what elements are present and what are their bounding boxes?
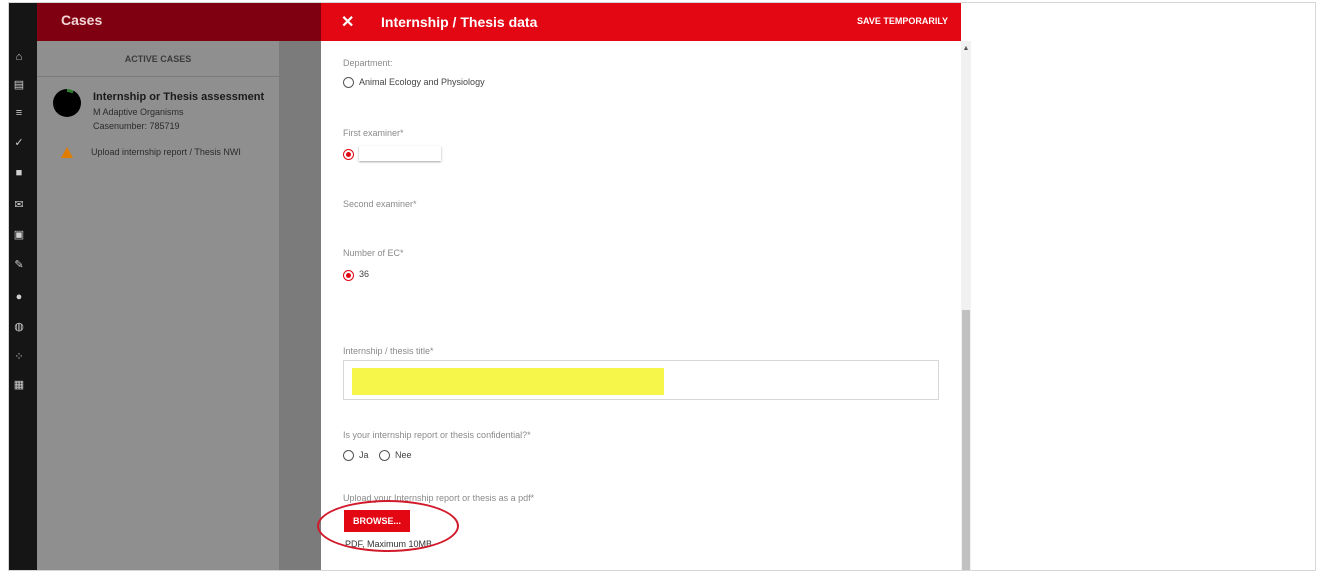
list-icon[interactable]: ≡ (13, 107, 25, 119)
home-icon[interactable]: ⌂ (13, 51, 25, 63)
scrollbar-thumb[interactable] (962, 310, 970, 570)
warning-icon (61, 147, 73, 158)
department-label: Department: (343, 58, 393, 68)
calendar-icon[interactable]: ▤ (13, 79, 25, 91)
title-input[interactable] (343, 360, 939, 400)
chart-icon[interactable]: ✓ (13, 137, 25, 149)
archive-icon[interactable]: ▣ (13, 229, 25, 241)
person-icon[interactable]: ● (13, 291, 25, 303)
mail-icon[interactable]: ✉ (13, 199, 25, 211)
background-panel (279, 3, 321, 570)
case-number: Casenumber: 785719 (93, 121, 180, 131)
case-program: M Adaptive Organisms (93, 107, 184, 117)
save-temporarily-button[interactable]: SAVE TEMPORARILY (857, 16, 948, 26)
people-icon[interactable]: ⁘ (13, 351, 25, 363)
confidential-label: Is your internship report or thesis conf… (343, 430, 531, 440)
confidential-nee-radio[interactable] (379, 450, 390, 461)
case-task[interactable]: Upload internship report / Thesis NWI (91, 147, 241, 157)
confidential-nee-label[interactable]: Nee (395, 450, 412, 460)
scroll-up-icon[interactable]: ▲ (961, 45, 971, 52)
department-radio[interactable] (343, 77, 354, 88)
card-icon[interactable]: ▦ (13, 379, 25, 391)
case-list-item[interactable]: Internship or Thesis assessment M Adapti… (37, 77, 279, 177)
confidential-ja-radio[interactable] (343, 450, 354, 461)
progress-donut-icon (53, 89, 81, 117)
first-examiner-value (359, 146, 441, 161)
thesis-data-panel: ✕ Internship / Thesis data SAVE TEMPORAR… (317, 3, 961, 570)
confidential-ja-label[interactable]: Ja (359, 450, 369, 460)
ec-label: Number of EC* (343, 248, 404, 258)
case-title: Internship or Thesis assessment (93, 91, 265, 103)
department-option[interactable]: Animal Ecology and Physiology (359, 77, 485, 87)
second-examiner-label: Second examiner* (343, 199, 417, 209)
globe-icon[interactable]: ◍ (13, 321, 25, 333)
tab-active-cases[interactable]: ACTIVE CASES (37, 41, 279, 77)
cases-title: Cases (37, 3, 279, 41)
cases-panel: Cases ACTIVE CASES Internship or Thesis … (37, 3, 279, 570)
annotation-circle (317, 500, 459, 552)
title-highlight (352, 368, 664, 395)
briefcase-icon[interactable]: ■ (13, 167, 25, 179)
panel-header: ✕ Internship / Thesis data SAVE TEMPORAR… (321, 3, 961, 41)
title-label: Internship / thesis title* (343, 346, 434, 356)
edit-icon[interactable]: ✎ (13, 259, 25, 271)
first-examiner-label: First examiner* (343, 128, 404, 138)
close-icon[interactable]: ✕ (341, 12, 354, 32)
ec-value[interactable]: 36 (359, 269, 369, 279)
app-window: ⌂ ▤ ≡ ✓ ■ ✉ ▣ ✎ ● ◍ ⁘ ▦ Cases ACTIVE CAS… (8, 2, 1316, 571)
ec-radio[interactable] (343, 270, 354, 281)
nav-rail: ⌂ ▤ ≡ ✓ ■ ✉ ▣ ✎ ● ◍ ⁘ ▦ (9, 3, 37, 570)
panel-title: Internship / Thesis data (381, 14, 538, 30)
first-examiner-radio[interactable] (343, 149, 354, 160)
